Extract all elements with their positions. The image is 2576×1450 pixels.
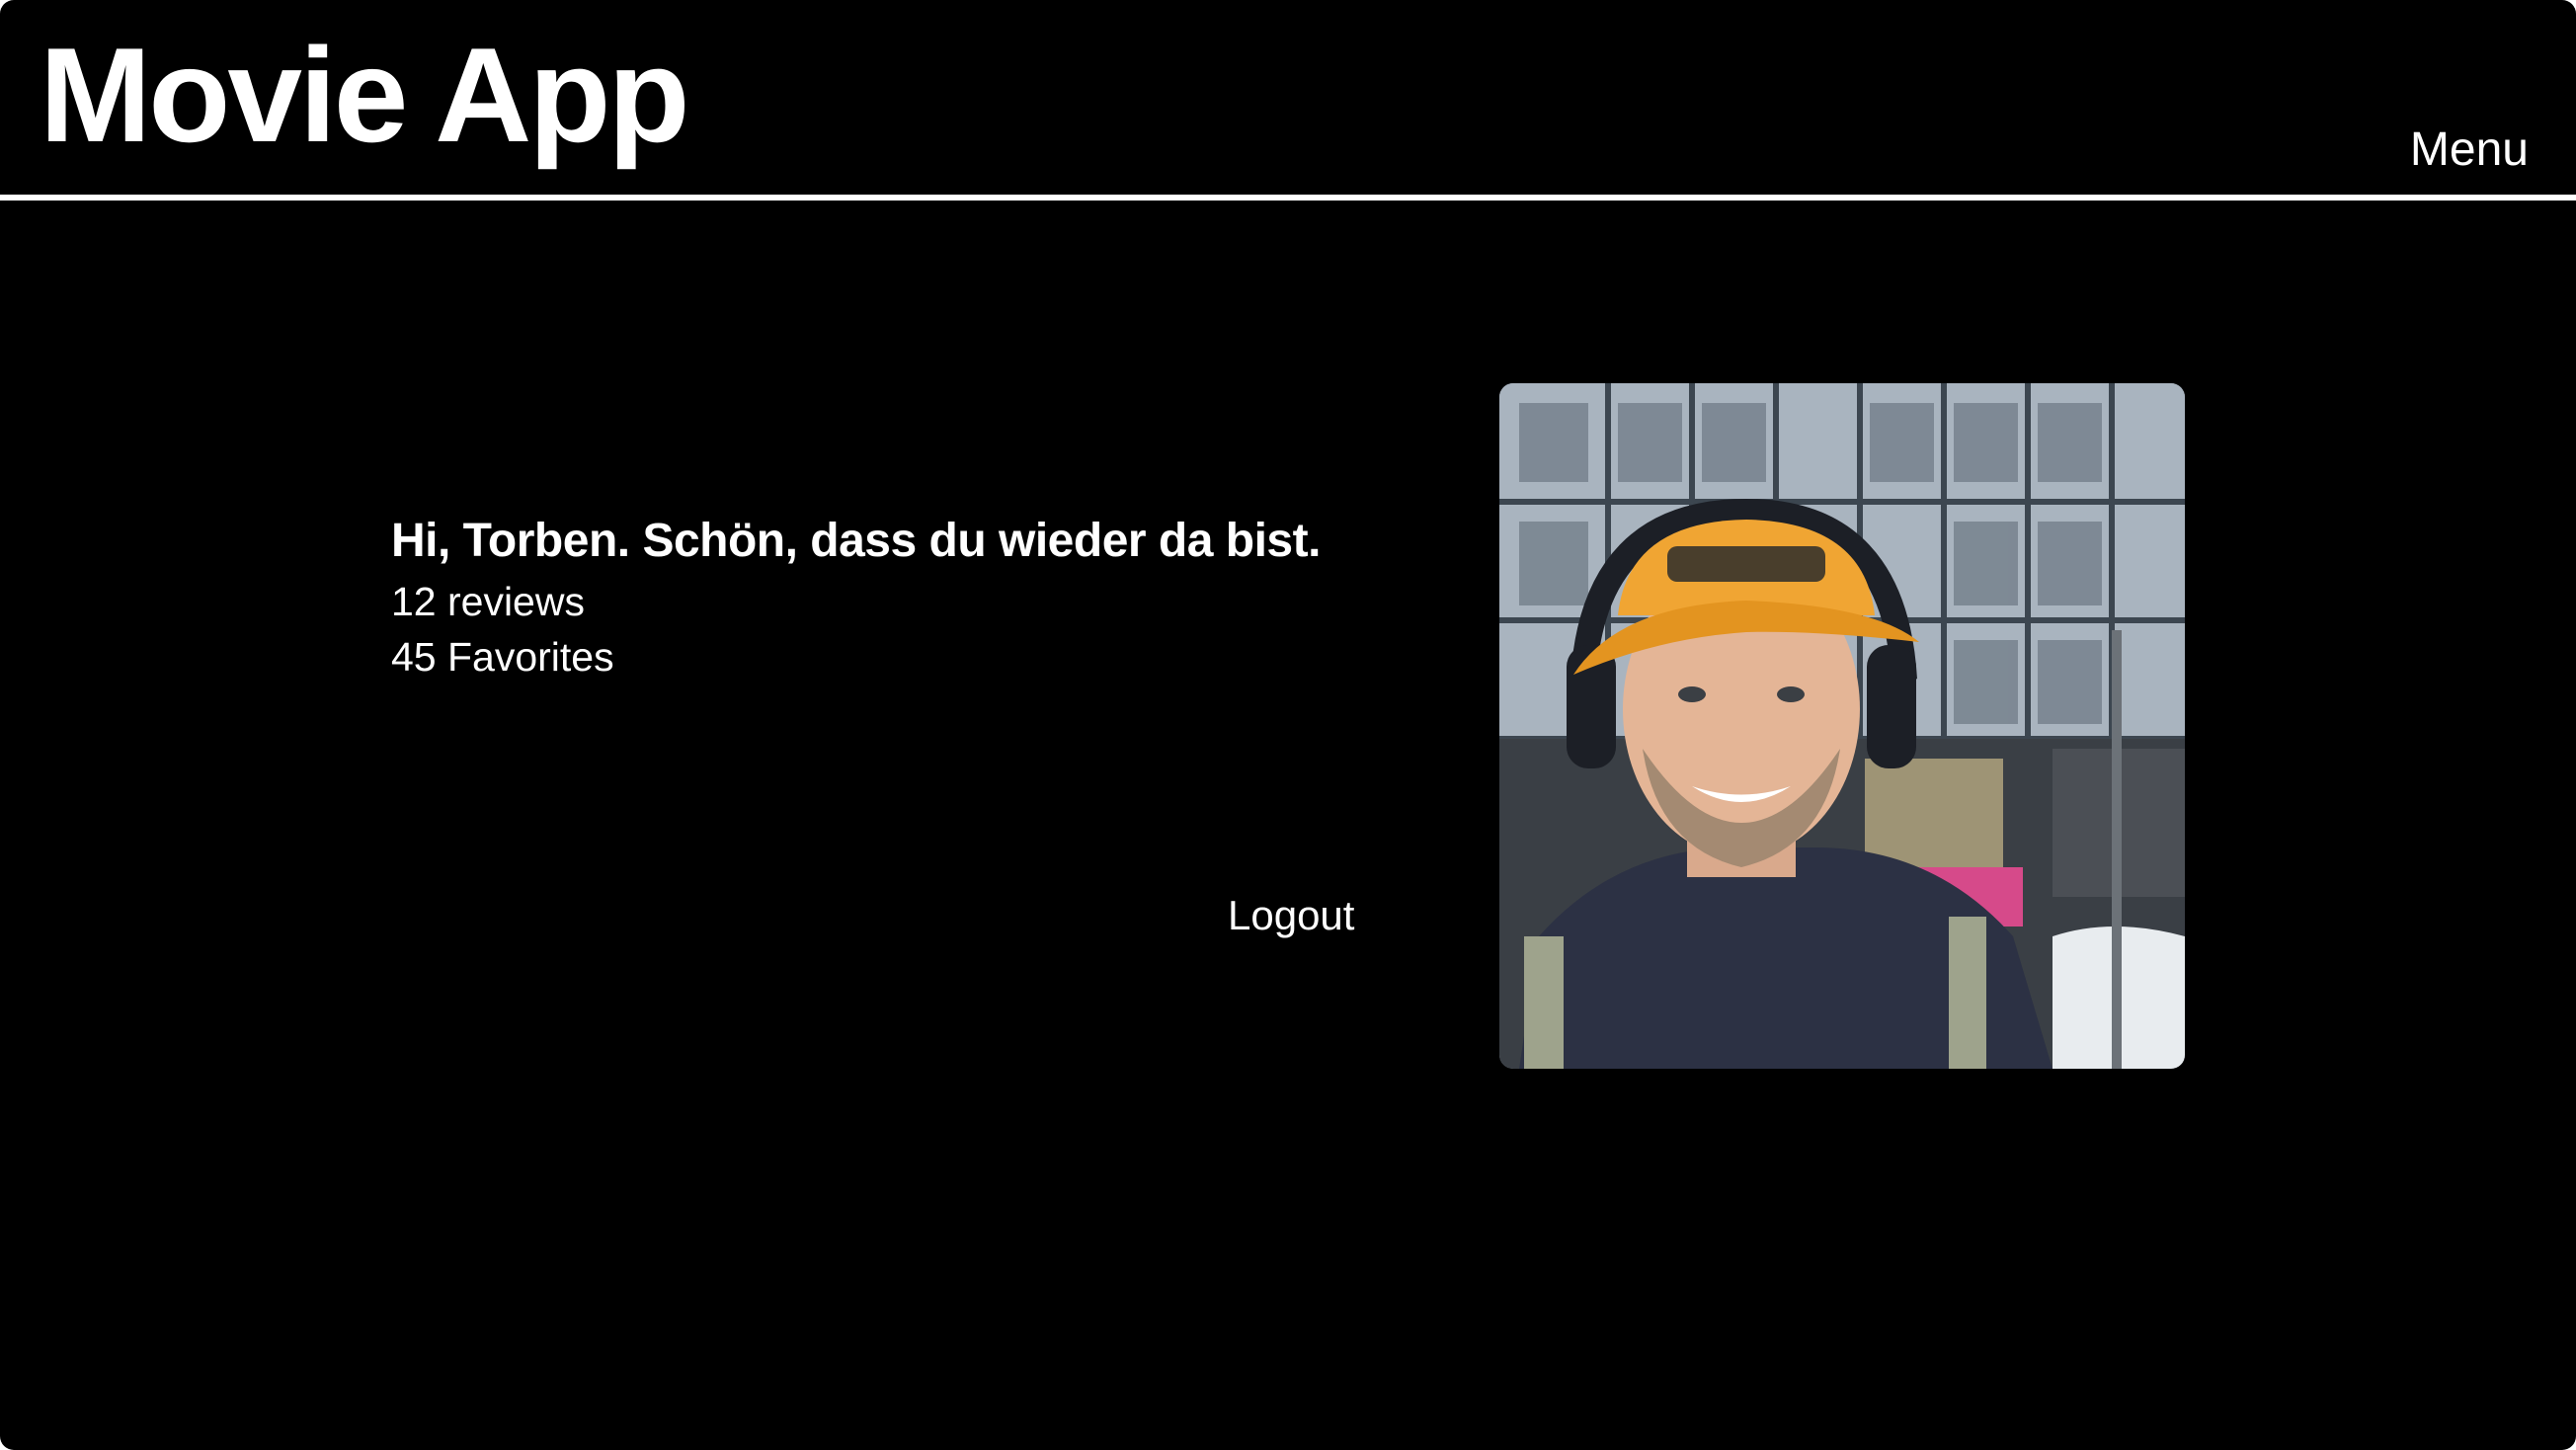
greeting-text: Hi, Torben. Schön, dass du wieder da bis… xyxy=(391,515,1321,567)
avatar-photo xyxy=(1499,383,2185,1069)
app-title: Movie App xyxy=(40,20,690,170)
menu-button[interactable]: Menu xyxy=(2410,126,2529,174)
profile-info: Hi, Torben. Schön, dass du wieder da bis… xyxy=(391,514,1321,680)
reviews-count: 12 reviews xyxy=(391,579,585,624)
app-frame: Movie App Menu Hi, Torben. Schön, dass d… xyxy=(0,0,2576,1450)
logout-button[interactable]: Logout xyxy=(1228,891,1354,940)
header-divider xyxy=(0,195,2576,201)
favorites-count: 45 Favorites xyxy=(391,634,614,680)
